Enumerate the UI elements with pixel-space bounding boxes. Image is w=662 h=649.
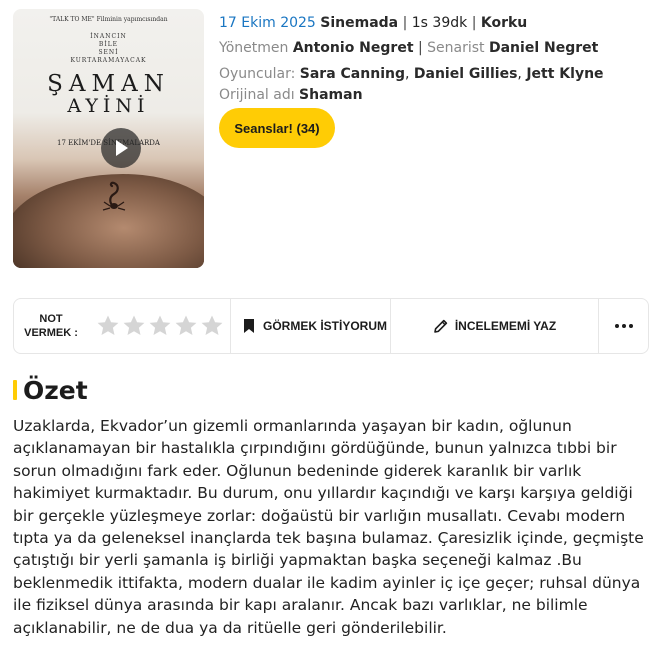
play-icon <box>116 140 128 156</box>
star-icon[interactable] <box>96 314 120 338</box>
movie-poster[interactable]: "TALK TO ME" Filminin yapımcısından İNAN… <box>13 9 204 268</box>
poster-subtitle: İNANCIN BİLE SENİ KURTARAMAYACAK <box>70 33 147 64</box>
play-trailer-button[interactable] <box>101 128 141 168</box>
genre-link[interactable]: Korku <box>481 15 527 31</box>
cast-link[interactable]: Sara Canning <box>300 66 405 82</box>
poster-title-line1: ŞAMAN <box>47 71 170 97</box>
rate-label: NOT VERMEK : <box>24 313 78 339</box>
cast-label: Oyuncular: <box>219 66 296 82</box>
rating-stars <box>96 314 224 338</box>
watchlist-label: GÖRMEK İSTİYORUM <box>263 319 388 333</box>
summary-text: Uzaklarda, Ekvador’un gizemli ormanların… <box>13 417 644 637</box>
star-icon[interactable] <box>148 314 172 338</box>
sessions-button[interactable]: Seanslar! (34) <box>219 108 335 148</box>
director-link[interactable]: Antonio Negret <box>293 40 414 56</box>
scorpion-icon <box>102 181 126 211</box>
original-title-label: Orijinal adı <box>219 86 295 103</box>
cast-link[interactable]: Daniel Gillies <box>414 66 518 82</box>
original-title-row: Orijinal adı Shaman <box>219 85 649 110</box>
pencil-icon <box>434 319 448 333</box>
star-icon[interactable] <box>122 314 146 338</box>
watchlist-button[interactable]: GÖRMEK İSTİYORUM <box>231 299 391 353</box>
duration: 1s 39dk <box>411 15 468 31</box>
movie-info: 17 Ekim 2025 Sinemada | 1s 39dk | Korku … <box>219 13 649 109</box>
more-dots-icon <box>614 324 633 328</box>
director-label: Yönetmen <box>219 39 289 56</box>
release-row: 17 Ekim 2025 Sinemada | 1s 39dk | Korku <box>219 15 528 31</box>
action-bar: NOT VERMEK : GÖRMEK İSTİYORUM İNCELEMEMİ… <box>13 298 649 354</box>
summary-title: Özet <box>23 375 88 405</box>
review-label: İNCELEMEMİ YAZ <box>454 319 557 333</box>
star-icon[interactable] <box>200 314 224 338</box>
release-status: Sinemada <box>320 15 399 31</box>
writer-label: Senarist <box>427 39 485 56</box>
release-date[interactable]: 17 Ekim 2025 <box>219 15 316 31</box>
writer-link[interactable]: Daniel Negret <box>489 40 598 56</box>
rating-section: NOT VERMEK : <box>14 299 231 353</box>
bookmark-icon <box>244 319 254 333</box>
poster-tagline: "TALK TO ME" Filminin yapımcısından <box>49 16 168 23</box>
star-icon[interactable] <box>174 314 198 338</box>
write-review-button[interactable]: İNCELEMEMİ YAZ <box>391 299 599 353</box>
original-title: Shaman <box>299 86 363 103</box>
summary-heading: Özet <box>13 375 88 405</box>
cast-link[interactable]: Jett Klyne <box>526 66 603 82</box>
heading-accent-bar <box>13 380 17 400</box>
poster-title-line2: AYİNİ <box>67 95 150 117</box>
crew-row: Yönetmen Antonio Negret | Senarist Danie… <box>219 39 599 56</box>
more-options-button[interactable] <box>599 299 648 353</box>
